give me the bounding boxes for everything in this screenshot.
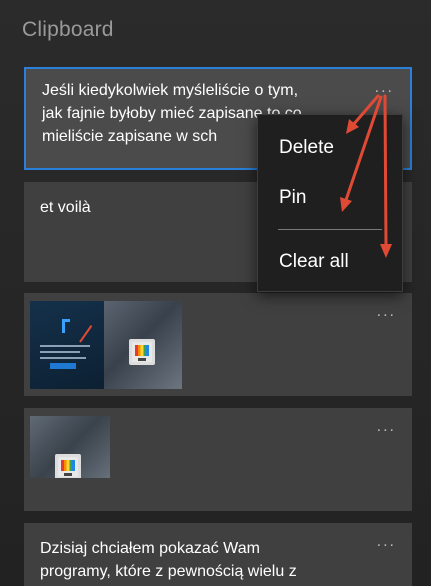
more-options-button[interactable]: ... [377,303,396,321]
app-icon [129,339,155,365]
clipboard-item-image[interactable]: ... [24,408,412,511]
more-options-button[interactable]: ... [377,418,396,436]
clipboard-item-text: Dzisiaj chciałem pokazać Wam programy, k… [40,540,297,580]
clipboard-item[interactable]: Dzisiaj chciałem pokazać Wam programy, k… [24,523,412,586]
page-title: Clipboard [22,18,114,41]
image-thumbnail [30,416,110,478]
more-options-button[interactable]: ... [375,79,394,97]
more-options-button[interactable]: ... [377,533,396,551]
clear-all-menu-item[interactable]: Clear all [279,251,349,273]
image-thumbnail [104,301,182,389]
menu-divider [278,229,382,230]
clipboard-item-images[interactable]: ... [24,293,412,396]
delete-menu-item[interactable]: Delete [279,137,334,159]
app-icon [55,454,81,478]
pin-menu-item[interactable]: Pin [279,187,306,209]
context-menu: Delete Pin Clear all [257,114,403,292]
screenshot-thumbnail [30,301,104,389]
